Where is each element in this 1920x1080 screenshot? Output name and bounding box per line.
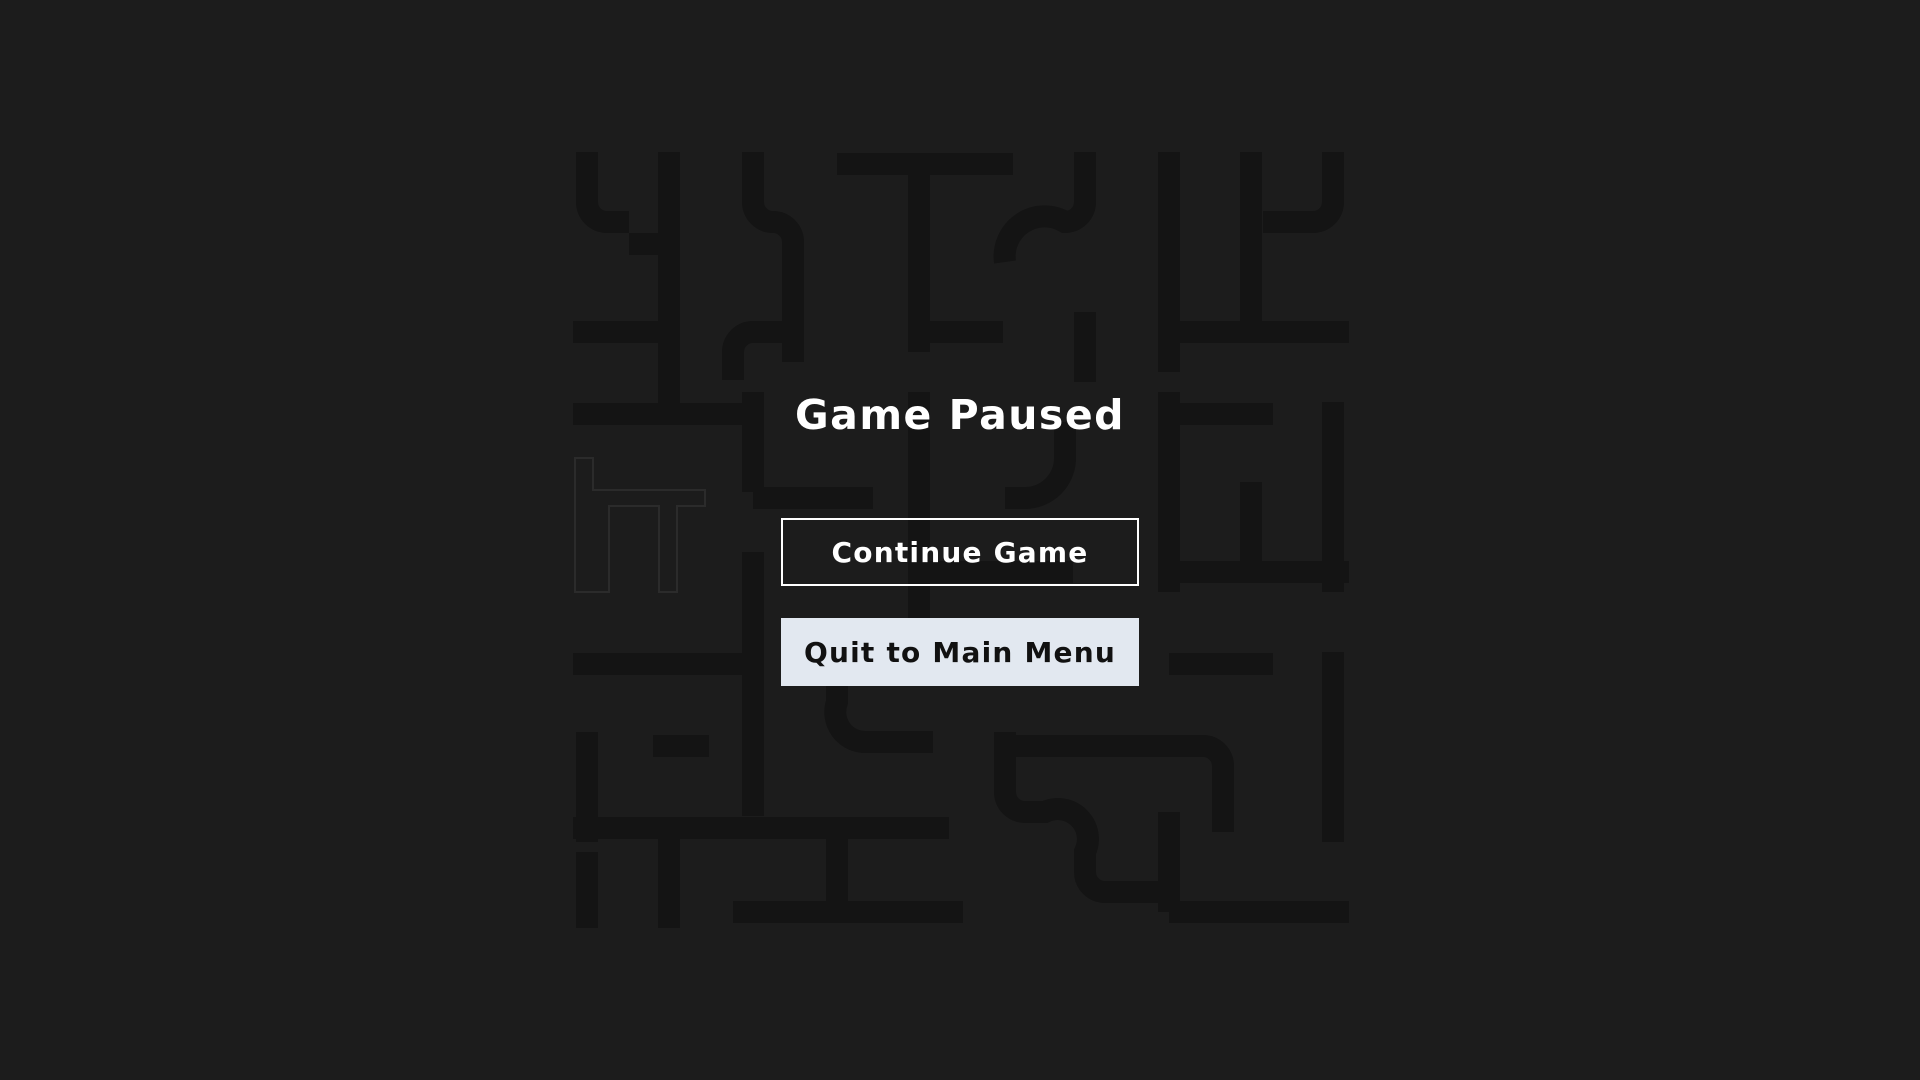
game-screen: Game Paused Continue Game Quit to Main M… xyxy=(0,0,1920,1080)
pause-title: Game Paused xyxy=(795,391,1125,439)
continue-game-button[interactable]: Continue Game xyxy=(781,518,1139,586)
pause-menu-overlay: Game Paused Continue Game Quit to Main M… xyxy=(0,0,1920,1080)
quit-to-main-menu-button[interactable]: Quit to Main Menu xyxy=(781,618,1139,686)
